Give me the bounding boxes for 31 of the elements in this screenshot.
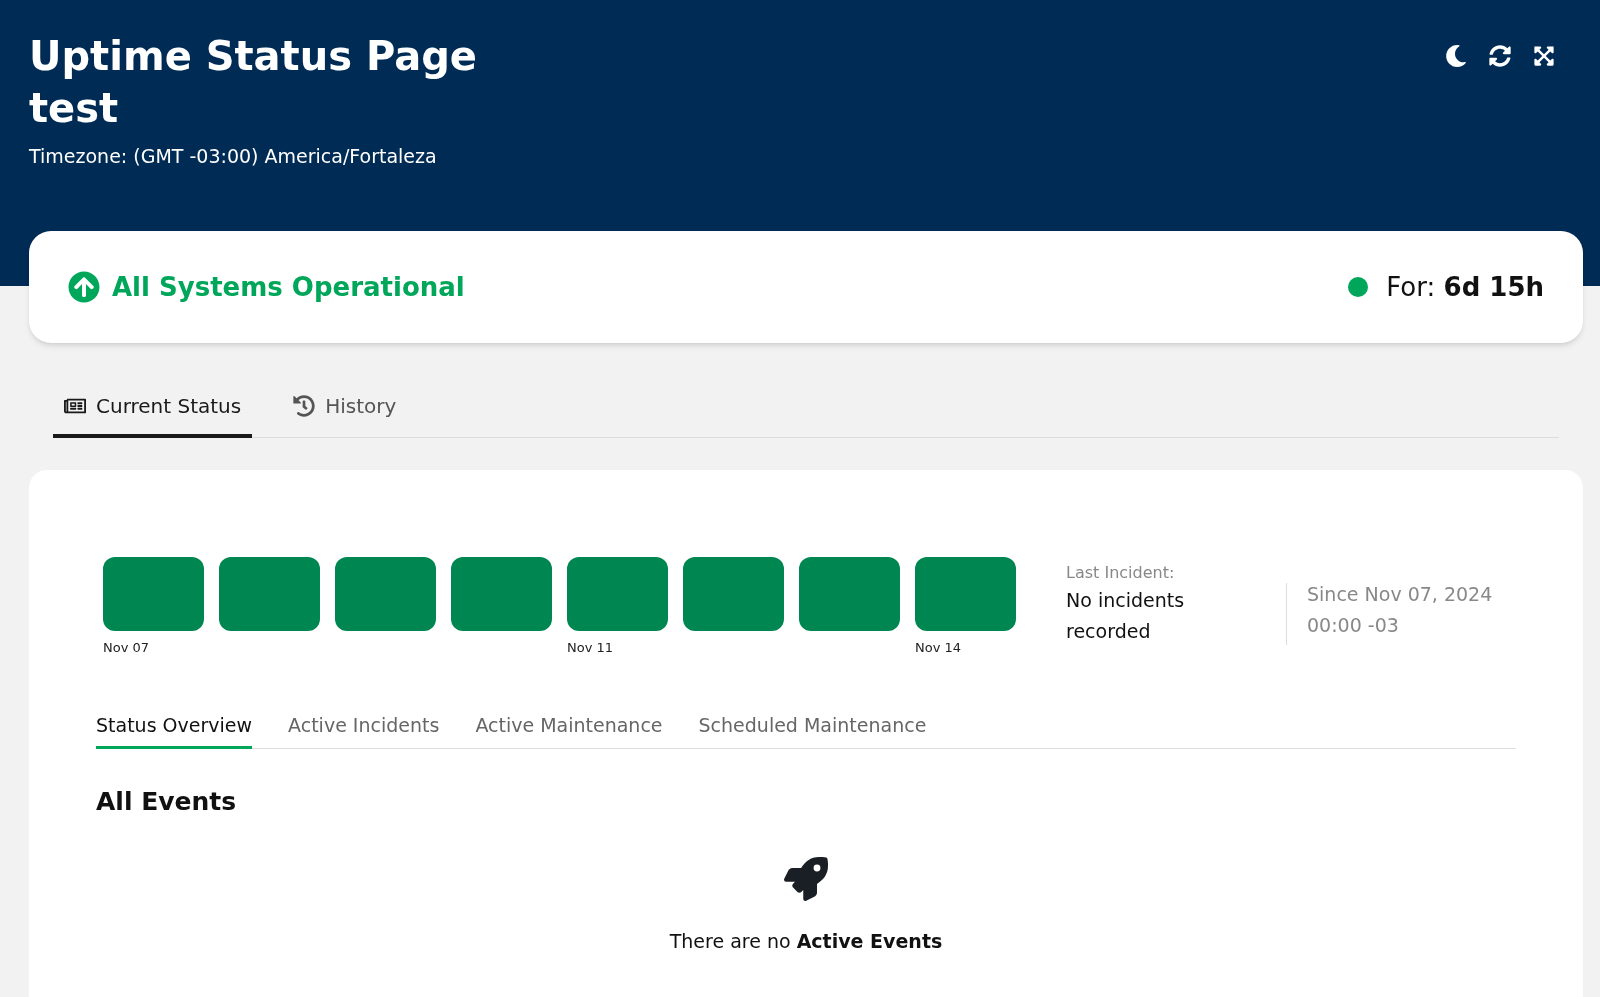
page-tab[interactable]: Current Status [53, 378, 253, 438]
uptime-day-bar[interactable] [567, 557, 668, 631]
last-incident-value: No incidents recorded [1066, 588, 1186, 644]
history-icon [293, 395, 316, 417]
page-tab[interactable]: History [282, 378, 408, 438]
event-tab[interactable]: Active Maintenance [475, 705, 663, 749]
page-title: Uptime Status Page test [29, 32, 478, 133]
uptime-duration: For: 6d 15h [1386, 270, 1544, 304]
timezone-text: Timezone: (GMT -03:00) America/Fortaleza [29, 144, 438, 169]
refresh-icon[interactable] [1489, 44, 1511, 68]
since-date-text: Since Nov 07, 2024 00:00 -03 [1307, 582, 1494, 638]
section-heading: All Events [96, 786, 238, 818]
event-tab[interactable]: Status Overview [96, 705, 253, 749]
empty-events-message: There are no Active Events [669, 928, 943, 954]
uptime-day-bar[interactable] [915, 557, 1016, 631]
date-label: Nov 14 [915, 640, 962, 655]
uptime-day-bar[interactable] [683, 557, 784, 631]
event-tab[interactable]: Active Incidents [288, 705, 440, 749]
rocket-icon [784, 856, 828, 901]
uptime-day-bar[interactable] [103, 557, 204, 631]
date-label: Nov 07 [103, 640, 150, 655]
event-tab[interactable]: Scheduled Maintenance [698, 705, 927, 749]
date-label: Nov 11 [567, 640, 614, 655]
fullscreen-icon[interactable] [1533, 44, 1555, 68]
status-text: All Systems Operational [112, 270, 465, 304]
last-incident-label: Last Incident: [1066, 562, 1176, 584]
dark-mode-moon-icon[interactable] [1445, 44, 1467, 68]
uptime-day-bar[interactable] [335, 557, 436, 631]
uptime-day-bar[interactable] [799, 557, 900, 631]
uptime-day-bar[interactable] [451, 557, 552, 631]
uptime-day-bar[interactable] [219, 557, 320, 631]
